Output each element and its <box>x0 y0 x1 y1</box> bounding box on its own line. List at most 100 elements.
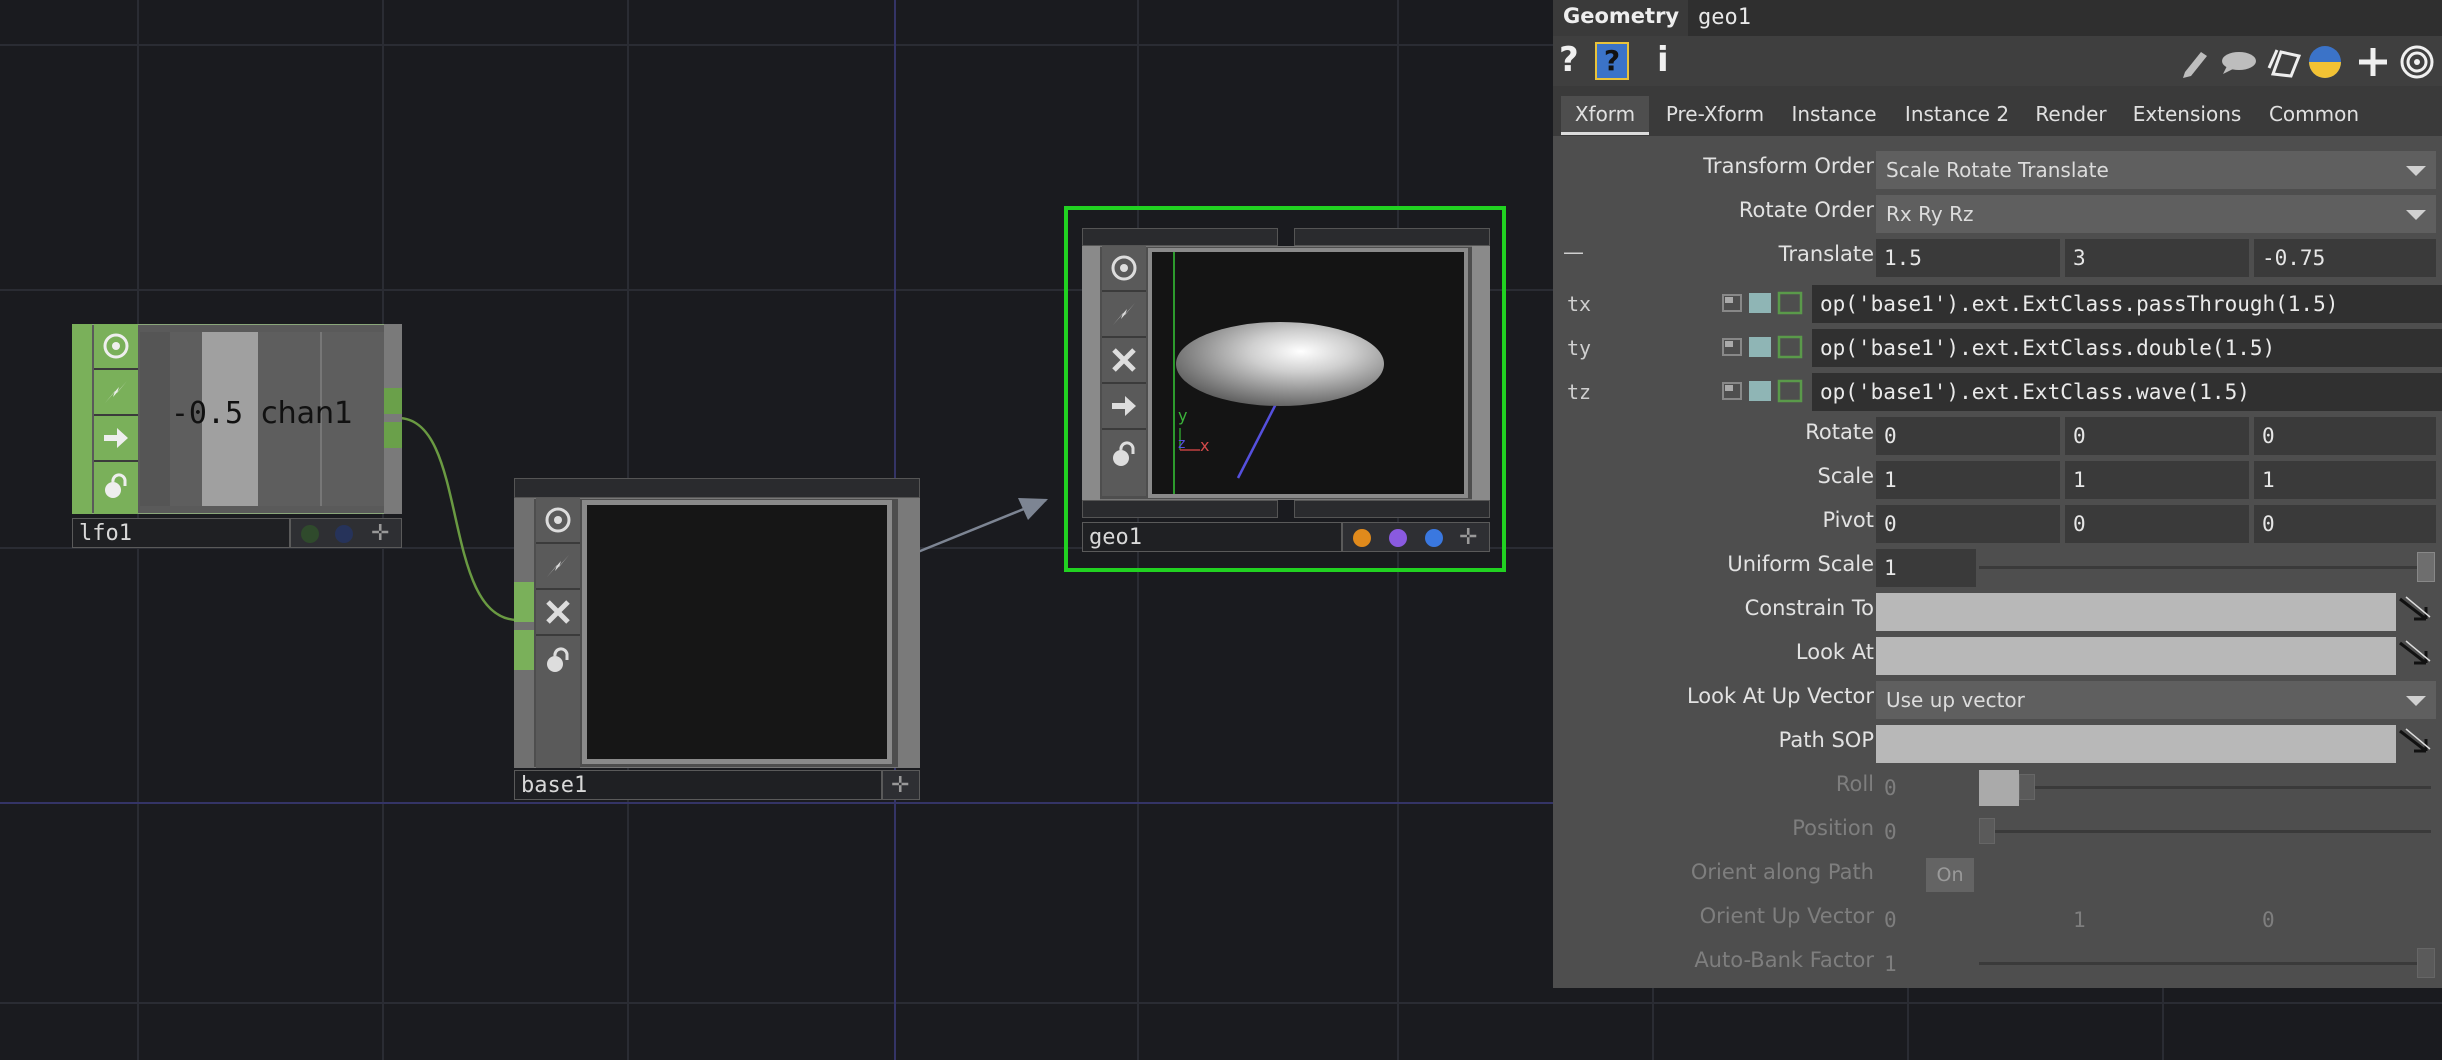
rotate-z-field[interactable]: 0 <box>2254 417 2436 455</box>
lock-icon[interactable] <box>94 462 138 508</box>
auto-bank-slider-handle[interactable] <box>2417 948 2435 978</box>
geo1-bypass-icon[interactable] <box>1102 338 1146 384</box>
orient-along-path-toggle[interactable]: On <box>1926 858 1974 892</box>
help-icon[interactable]: ? <box>1559 40 1579 80</box>
lfo1-output-connector[interactable] <box>384 388 402 414</box>
pivot-y-field[interactable]: 0 <box>2065 505 2249 543</box>
base1-bypass-icon[interactable] <box>536 590 580 636</box>
mode-icons[interactable] <box>1721 378 1811 404</box>
geo1-display-flag[interactable] <box>1389 529 1407 547</box>
look-at-up-vector-menu[interactable]: Use up vector <box>1876 681 2436 719</box>
rotate-y-field[interactable]: 0 <box>2065 417 2249 455</box>
mode-icons[interactable] <box>1721 290 1811 316</box>
param-rotate: Rotate 0 0 0 <box>1553 414 2442 455</box>
info-icon[interactable]: i <box>1657 40 1669 80</box>
geo1-render-flag[interactable] <box>1353 529 1371 547</box>
tab-instance[interactable]: Instance <box>1781 96 1887 132</box>
uniform-scale-slider[interactable] <box>1979 566 2431 569</box>
base1-input-connector-2[interactable] <box>514 630 534 670</box>
roll-slider[interactable] <box>2019 786 2431 789</box>
operator-help-icon[interactable]: ? <box>1595 42 1629 80</box>
tab-pre-xform[interactable]: Pre-Xform <box>1657 96 1773 132</box>
pencil-icon[interactable] <box>2183 52 2207 78</box>
base1-input-connector[interactable] <box>514 582 534 622</box>
plus-icon[interactable] <box>2359 48 2387 76</box>
translate-z-field[interactable]: -0.75 <box>2254 239 2436 277</box>
auto-bank-field[interactable]: 1 <box>1876 945 1976 983</box>
pivot-z-field[interactable]: 0 <box>2254 505 2436 543</box>
viewer-toggle-icon[interactable] <box>94 324 138 370</box>
geo1-lock-icon[interactable] <box>1102 430 1146 476</box>
geo1-viewer-toggle-icon[interactable] <box>1102 246 1146 292</box>
cooking-icon[interactable] <box>94 370 138 416</box>
look-at-field[interactable] <box>1876 637 2396 675</box>
geo1-render-arrow-icon[interactable] <box>1102 384 1146 430</box>
operator-name-field[interactable]: geo1 <box>1688 0 2442 36</box>
pivot-x-field[interactable]: 0 <box>1876 505 2060 543</box>
base1-flags: ✛ <box>882 770 920 800</box>
lfo1-output-connector-2[interactable] <box>384 422 402 448</box>
geo1-name[interactable]: geo1 <box>1082 522 1342 552</box>
orient-up-z-field[interactable]: 0 <box>2254 901 2436 939</box>
path-sop-field[interactable] <box>1876 725 2396 763</box>
uniform-scale-field[interactable]: 1 <box>1876 549 1976 587</box>
export-arrow-icon[interactable] <box>94 416 138 462</box>
comment-icon[interactable] <box>2222 52 2256 74</box>
position-field[interactable]: 0 <box>1876 813 1976 851</box>
geo1-node[interactable]: y x z geo1 ✛ <box>1064 206 1506 572</box>
orient-up-y-field[interactable]: 1 <box>2065 901 2249 939</box>
orient-up-x-field[interactable]: 0 <box>1876 901 2060 939</box>
base1-name[interactable]: base1 <box>514 770 882 800</box>
tz-expression[interactable]: op('base1').ext.ExtClass.wave(1.5) <box>1812 373 2442 411</box>
rotate-x-field[interactable]: 0 <box>1876 417 2060 455</box>
auto-bank-slider[interactable] <box>1979 962 2431 965</box>
position-slider[interactable] <box>1979 830 2431 833</box>
clone-icon[interactable] <box>2267 49 2302 78</box>
python-icon[interactable] <box>2309 46 2341 78</box>
roll-slider-handle[interactable] <box>1979 770 2019 806</box>
base1-node[interactable]: base1 ✛ <box>514 478 920 808</box>
translate-y-field[interactable]: 3 <box>2065 239 2249 277</box>
tab-instance-2[interactable]: Instance 2 <box>1895 96 2019 132</box>
scale-x-field[interactable]: 1 <box>1876 461 2060 499</box>
tab-common[interactable]: Common <box>2259 96 2369 132</box>
base1-add-icon[interactable]: ✛ <box>891 773 909 798</box>
lfo1-flags: ✛ <box>290 518 402 548</box>
rotate-order-menu[interactable]: Rx Ry Rz <box>1876 195 2436 233</box>
add-icon[interactable]: ✛ <box>371 521 389 546</box>
param-pivot: Pivot 0 0 0 <box>1553 502 2442 543</box>
tab-xform[interactable]: Xform <box>1561 96 1649 135</box>
base1-lock-icon[interactable] <box>536 636 580 682</box>
lfo1-name[interactable]: lfo1 <box>72 518 290 548</box>
scale-z-field[interactable]: 1 <box>2254 461 2436 499</box>
base1-viewer <box>582 500 892 764</box>
geo1-add-icon[interactable]: ✛ <box>1459 525 1477 550</box>
lfo1-node[interactable]: -0.5 chan1 lfo1 ✛ <box>72 324 402 554</box>
geo1-cooking-icon[interactable] <box>1102 292 1146 338</box>
collapse-toggle[interactable]: — <box>1563 240 1584 264</box>
transform-order-menu[interactable]: Scale Rotate Translate <box>1876 151 2436 189</box>
position-slider-handle[interactable] <box>1979 818 1995 844</box>
scale-y-field[interactable]: 1 <box>2065 461 2249 499</box>
node-picker-icon[interactable] <box>2396 727 2436 761</box>
tab-extensions[interactable]: Extensions <box>2123 96 2251 132</box>
uniform-scale-slider-handle[interactable] <box>2417 552 2435 582</box>
geo1-flags: ✛ <box>1342 522 1490 552</box>
geo1-pick-flag[interactable] <box>1425 529 1443 547</box>
target-icon[interactable] <box>2400 45 2434 79</box>
base1-viewer-toggle-icon[interactable] <box>536 498 580 544</box>
tab-render[interactable]: Render <box>2027 96 2115 132</box>
parameter-panel: Geometry geo1 ? ? i Xform Pre-Xform Inst… <box>1553 0 2442 988</box>
base1-cooking-icon[interactable] <box>536 544 580 590</box>
tx-expression[interactable]: op('base1').ext.ExtClass.passThrough(1.5… <box>1812 285 2442 323</box>
param-look-at: Look At <box>1553 634 2442 675</box>
constrain-to-field[interactable] <box>1876 593 2396 631</box>
node-picker-icon[interactable] <box>2396 639 2436 673</box>
translate-x-field[interactable]: 1.5 <box>1876 239 2060 277</box>
param-roll: Roll 0 <box>1553 766 2442 806</box>
node-picker-icon[interactable] <box>2396 595 2436 629</box>
roll-field[interactable]: 0 <box>1876 769 1976 807</box>
mode-icons[interactable] <box>1721 334 1811 360</box>
param-orient-up-vector: Orient Up Vector 0 1 0 <box>1553 898 2442 938</box>
ty-expression[interactable]: op('base1').ext.ExtClass.double(1.5) <box>1812 329 2442 367</box>
